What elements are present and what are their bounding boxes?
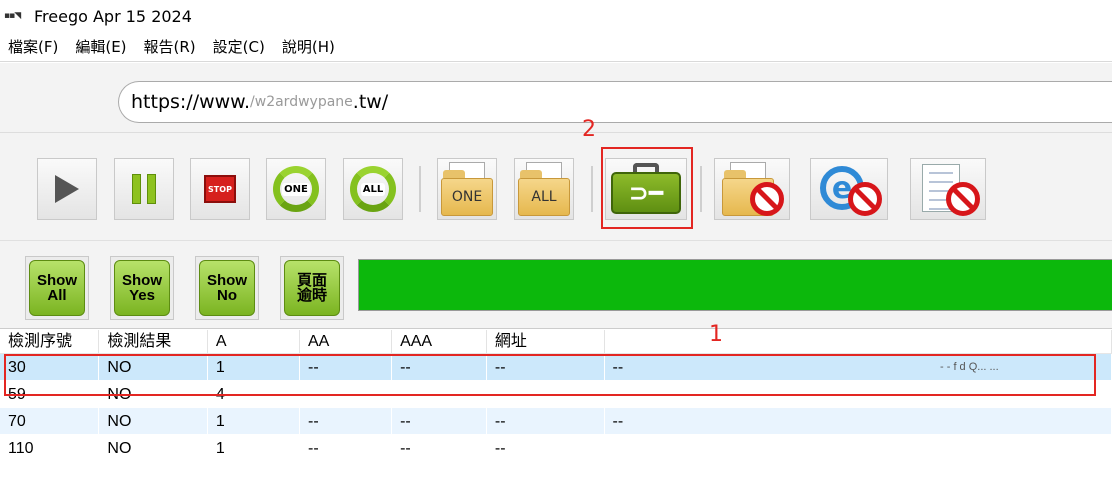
folder-no-icon (716, 160, 788, 218)
play-button[interactable] (37, 158, 97, 220)
highlight-box-2 (601, 147, 693, 229)
filter-row: Show All Show Yes Show No 頁面 逾時 (0, 241, 1112, 329)
cell-a: 1 (208, 408, 300, 434)
menu-report[interactable]: 報告(R) (144, 36, 196, 57)
highlight-box-1 (4, 354, 1096, 396)
title-bar: ▪▪◥ Freego Apr 15 2024 (0, 0, 1112, 32)
folder-all-button[interactable]: ALL (514, 158, 574, 220)
ie-block-button[interactable]: e (810, 158, 888, 220)
url-prefix: https://www. (131, 91, 251, 113)
cell-a: 1 (208, 435, 300, 461)
column-header-blank (605, 330, 1112, 353)
page-timeout-label: 頁面 逾時 (284, 260, 340, 316)
toolbar-separator (591, 166, 593, 212)
ie-no-icon: e (812, 160, 886, 218)
progress-fill (359, 260, 1112, 310)
play-icon (55, 175, 79, 203)
cell-extra: -- (605, 408, 1112, 434)
pause-button[interactable] (114, 158, 174, 220)
show-yes-label: Show Yes (114, 260, 170, 316)
cell-aa: -- (300, 435, 393, 461)
table-row[interactable]: 70 NO 1 -- -- -- -- (0, 408, 1112, 435)
table-header: 檢測序號 檢測結果 A AA AAA 網址 (0, 330, 1112, 354)
url-obscured: /w2ardwypane (250, 94, 353, 110)
column-header-aaa[interactable]: AAA (392, 330, 487, 353)
menu-edit[interactable]: 編輯(E) (75, 36, 126, 57)
url-input[interactable]: https://www. /w2ardwypane .tw/ (118, 81, 1112, 123)
url-area: https://www. /w2ardwypane .tw/ (0, 63, 1112, 133)
page-timeout-button[interactable]: 頁面 逾時 (280, 256, 344, 320)
show-no-button[interactable]: Show No (195, 256, 259, 320)
recheck-all-label: ALL (360, 182, 386, 196)
show-yes-button[interactable]: Show Yes (110, 256, 174, 320)
cell-check-number: 70 (0, 408, 100, 434)
cell-url: -- (487, 408, 605, 434)
progress-bar (358, 259, 1112, 311)
table-row[interactable]: 110 NO 1 -- -- -- (0, 435, 1112, 462)
recheck-one-button[interactable]: ONE (266, 158, 326, 220)
column-header-check-number[interactable]: 檢測序號 (0, 330, 100, 353)
cell-check-number: 110 (0, 435, 100, 461)
column-header-a[interactable]: A (208, 330, 300, 353)
menu-bar: 檔案(F) 編輯(E) 報告(R) 設定(C) 說明(H) (0, 32, 1112, 62)
cell-aaa: -- (392, 435, 487, 461)
folder-all-label: ALL (518, 178, 570, 216)
menu-settings[interactable]: 設定(C) (213, 36, 265, 57)
cell-check-result: NO (99, 408, 208, 434)
cell-url: -- (487, 435, 605, 461)
stop-button[interactable]: STOP (190, 158, 250, 220)
annotation-label-1: 1 (709, 322, 723, 347)
show-all-button[interactable]: Show All (25, 256, 89, 320)
recheck-one-label: ONE (282, 182, 310, 196)
folder-icon: ONE (439, 160, 495, 218)
column-header-check-result[interactable]: 檢測結果 (99, 330, 208, 353)
document-block-button[interactable] (910, 158, 986, 220)
toolbar: STOP ONE ALL ONE ALL ⊃━ e 2 (0, 117, 1112, 241)
toolbar-separator (419, 166, 421, 212)
folder-one-label: ONE (441, 178, 493, 216)
folder-block-button[interactable] (714, 158, 790, 220)
document-no-icon (912, 160, 984, 218)
cell-check-result: NO (99, 435, 208, 461)
show-no-label: Show No (199, 260, 255, 316)
results-table: 檢測序號 檢測結果 A AA AAA 網址 30 NO 1 -- -- -- -… (0, 322, 1112, 478)
refresh-icon: ALL (350, 166, 396, 212)
cell-aaa: -- (392, 408, 487, 434)
pause-icon (132, 174, 156, 204)
menu-file[interactable]: 檔案(F) (8, 36, 58, 57)
window-title: Freego Apr 15 2024 (34, 6, 192, 26)
folder-one-button[interactable]: ONE (437, 158, 497, 220)
refresh-icon: ONE (273, 166, 319, 212)
show-all-label: Show All (29, 260, 85, 316)
folder-icon: ALL (516, 160, 572, 218)
toolbar-separator (700, 166, 702, 212)
url-suffix: .tw/ (352, 91, 389, 113)
freego-app-icon: ▪▪◥ (4, 11, 21, 21)
cell-aa: -- (300, 408, 393, 434)
cell-extra (605, 435, 1112, 461)
stop-icon: STOP (204, 175, 236, 203)
annotation-label-2: 2 (582, 117, 596, 142)
recheck-all-button[interactable]: ALL (343, 158, 403, 220)
column-header-aa[interactable]: AA (300, 330, 393, 353)
column-header-url[interactable]: 網址 (487, 330, 605, 353)
menu-help[interactable]: 說明(H) (282, 36, 335, 57)
